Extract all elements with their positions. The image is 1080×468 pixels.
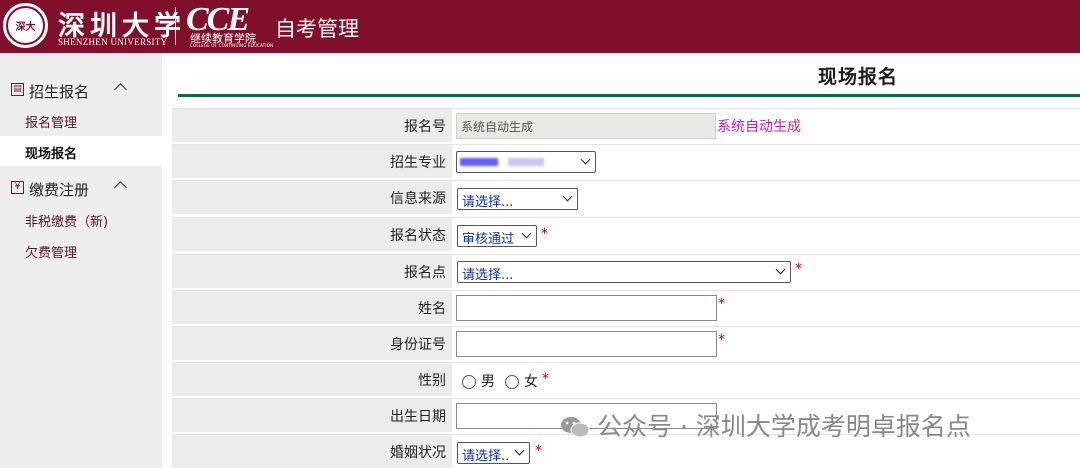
form-row-gender: 性别 xyxy=(172,362,1080,396)
select-value: 请选择... xyxy=(462,268,514,283)
sidebar-group-label: 缴费注册 xyxy=(29,181,90,199)
redacted-value xyxy=(460,158,498,166)
required-mark: * xyxy=(535,443,542,459)
gender-female-label[interactable]: 女 xyxy=(524,371,538,391)
reg-point-select[interactable]: 请选择... xyxy=(457,261,791,283)
form-row-info-source: 信息来源 xyxy=(172,180,1080,214)
name-label: 姓名 xyxy=(418,300,446,317)
gender-male-label[interactable]: 男 xyxy=(481,371,495,391)
chevron-down-icon xyxy=(514,445,525,456)
form-row-reg-status: 报名状态 xyxy=(172,217,1080,251)
id-number-input[interactable] xyxy=(456,331,717,357)
marital-status-label: 婚姻状况 xyxy=(390,444,446,461)
birth-date-label: 出生日期 xyxy=(390,408,446,425)
sidebar: ▤ 招生报名 报名管理 现场报名 ¥ 缴费注册 非税缴费（新) 欠费管理 xyxy=(0,53,162,468)
sidebar-item-label: 欠费管理 xyxy=(25,246,78,261)
name-input[interactable] xyxy=(456,295,717,321)
info-source-select[interactable]: 请选择... xyxy=(457,188,578,210)
seal-emblem: 深大 xyxy=(6,6,45,45)
gender-label: 性别 xyxy=(418,372,446,389)
university-name-en: SHENZHEN UNIVERSITY xyxy=(58,37,168,47)
chevron-down-icon xyxy=(580,154,591,165)
document-icon: ▤ xyxy=(11,83,24,96)
id-number-label: 身份证号 xyxy=(390,336,446,353)
reg-status-select[interactable]: 审核通过 xyxy=(457,225,537,247)
form-row-major: 招生专业 xyxy=(172,144,1080,178)
reg-no-hint: 系统自动生成 xyxy=(717,119,801,135)
top-header: 深大 深圳大学 SHENZHEN UNIVERSITY CCE 继续教育学院 C… xyxy=(0,0,1080,53)
redacted-value xyxy=(508,158,544,166)
info-source-label: 信息来源 xyxy=(390,190,446,207)
wechat-icon xyxy=(561,417,590,438)
required-mark: * xyxy=(541,226,548,242)
reg-point-label: 报名点 xyxy=(404,264,446,281)
header-divider xyxy=(175,7,176,45)
gender-male-radio[interactable] xyxy=(462,375,476,389)
app-title: 自考管理 xyxy=(275,17,359,41)
chevron-down-icon xyxy=(775,264,786,275)
yen-icon: ¥ xyxy=(11,181,24,194)
reg-no-field xyxy=(456,113,716,139)
watermark-text: 公众号 · 深圳大学成考明卓报名点 xyxy=(597,412,971,441)
sidebar-item-nontax-payment[interactable]: 非税缴费（新) xyxy=(0,204,162,234)
sidebar-item-registration-management[interactable]: 报名管理 xyxy=(0,105,162,135)
chevron-up-icon[interactable] xyxy=(114,181,127,194)
chevron-up-icon[interactable] xyxy=(114,83,127,96)
sidebar-item-onsite-registration[interactable]: 现场报名 xyxy=(0,136,162,166)
sidebar-item-label: 报名管理 xyxy=(25,116,78,131)
sidebar-item-arrears-management[interactable]: 欠费管理 xyxy=(0,235,162,265)
select-value: 请选择... xyxy=(462,195,514,210)
marital-status-select[interactable]: 请选择.. xyxy=(457,442,530,464)
title-divider xyxy=(178,94,1080,97)
reg-status-label: 报名状态 xyxy=(390,227,446,244)
required-mark: * xyxy=(718,296,725,312)
chevron-down-icon xyxy=(562,191,573,202)
required-mark: * xyxy=(718,332,725,348)
reg-no-label: 报名号 xyxy=(404,118,446,135)
cce-college-name-en: COLLEGE OF CONTINUING EDUCATION xyxy=(190,43,274,48)
required-mark: * xyxy=(542,371,549,387)
sidebar-group-label: 招生报名 xyxy=(29,83,90,101)
chevron-down-icon xyxy=(521,228,532,239)
gender-female-radio[interactable] xyxy=(505,375,519,389)
sidebar-group-enrollment[interactable]: ▤ 招生报名 xyxy=(0,76,162,104)
page-title: 现场报名 xyxy=(818,66,899,88)
sidebar-item-label: 现场报名 xyxy=(25,147,78,162)
select-value: 审核通过 xyxy=(462,232,515,247)
sidebar-item-label: 非税缴费（新) xyxy=(25,215,109,230)
select-value: 请选择.. xyxy=(462,449,510,464)
sidebar-group-payment[interactable]: ¥ 缴费注册 xyxy=(0,174,162,202)
major-label: 招生专业 xyxy=(390,154,446,171)
university-seal-logo: 深大 xyxy=(3,3,48,48)
required-mark: * xyxy=(795,261,802,277)
